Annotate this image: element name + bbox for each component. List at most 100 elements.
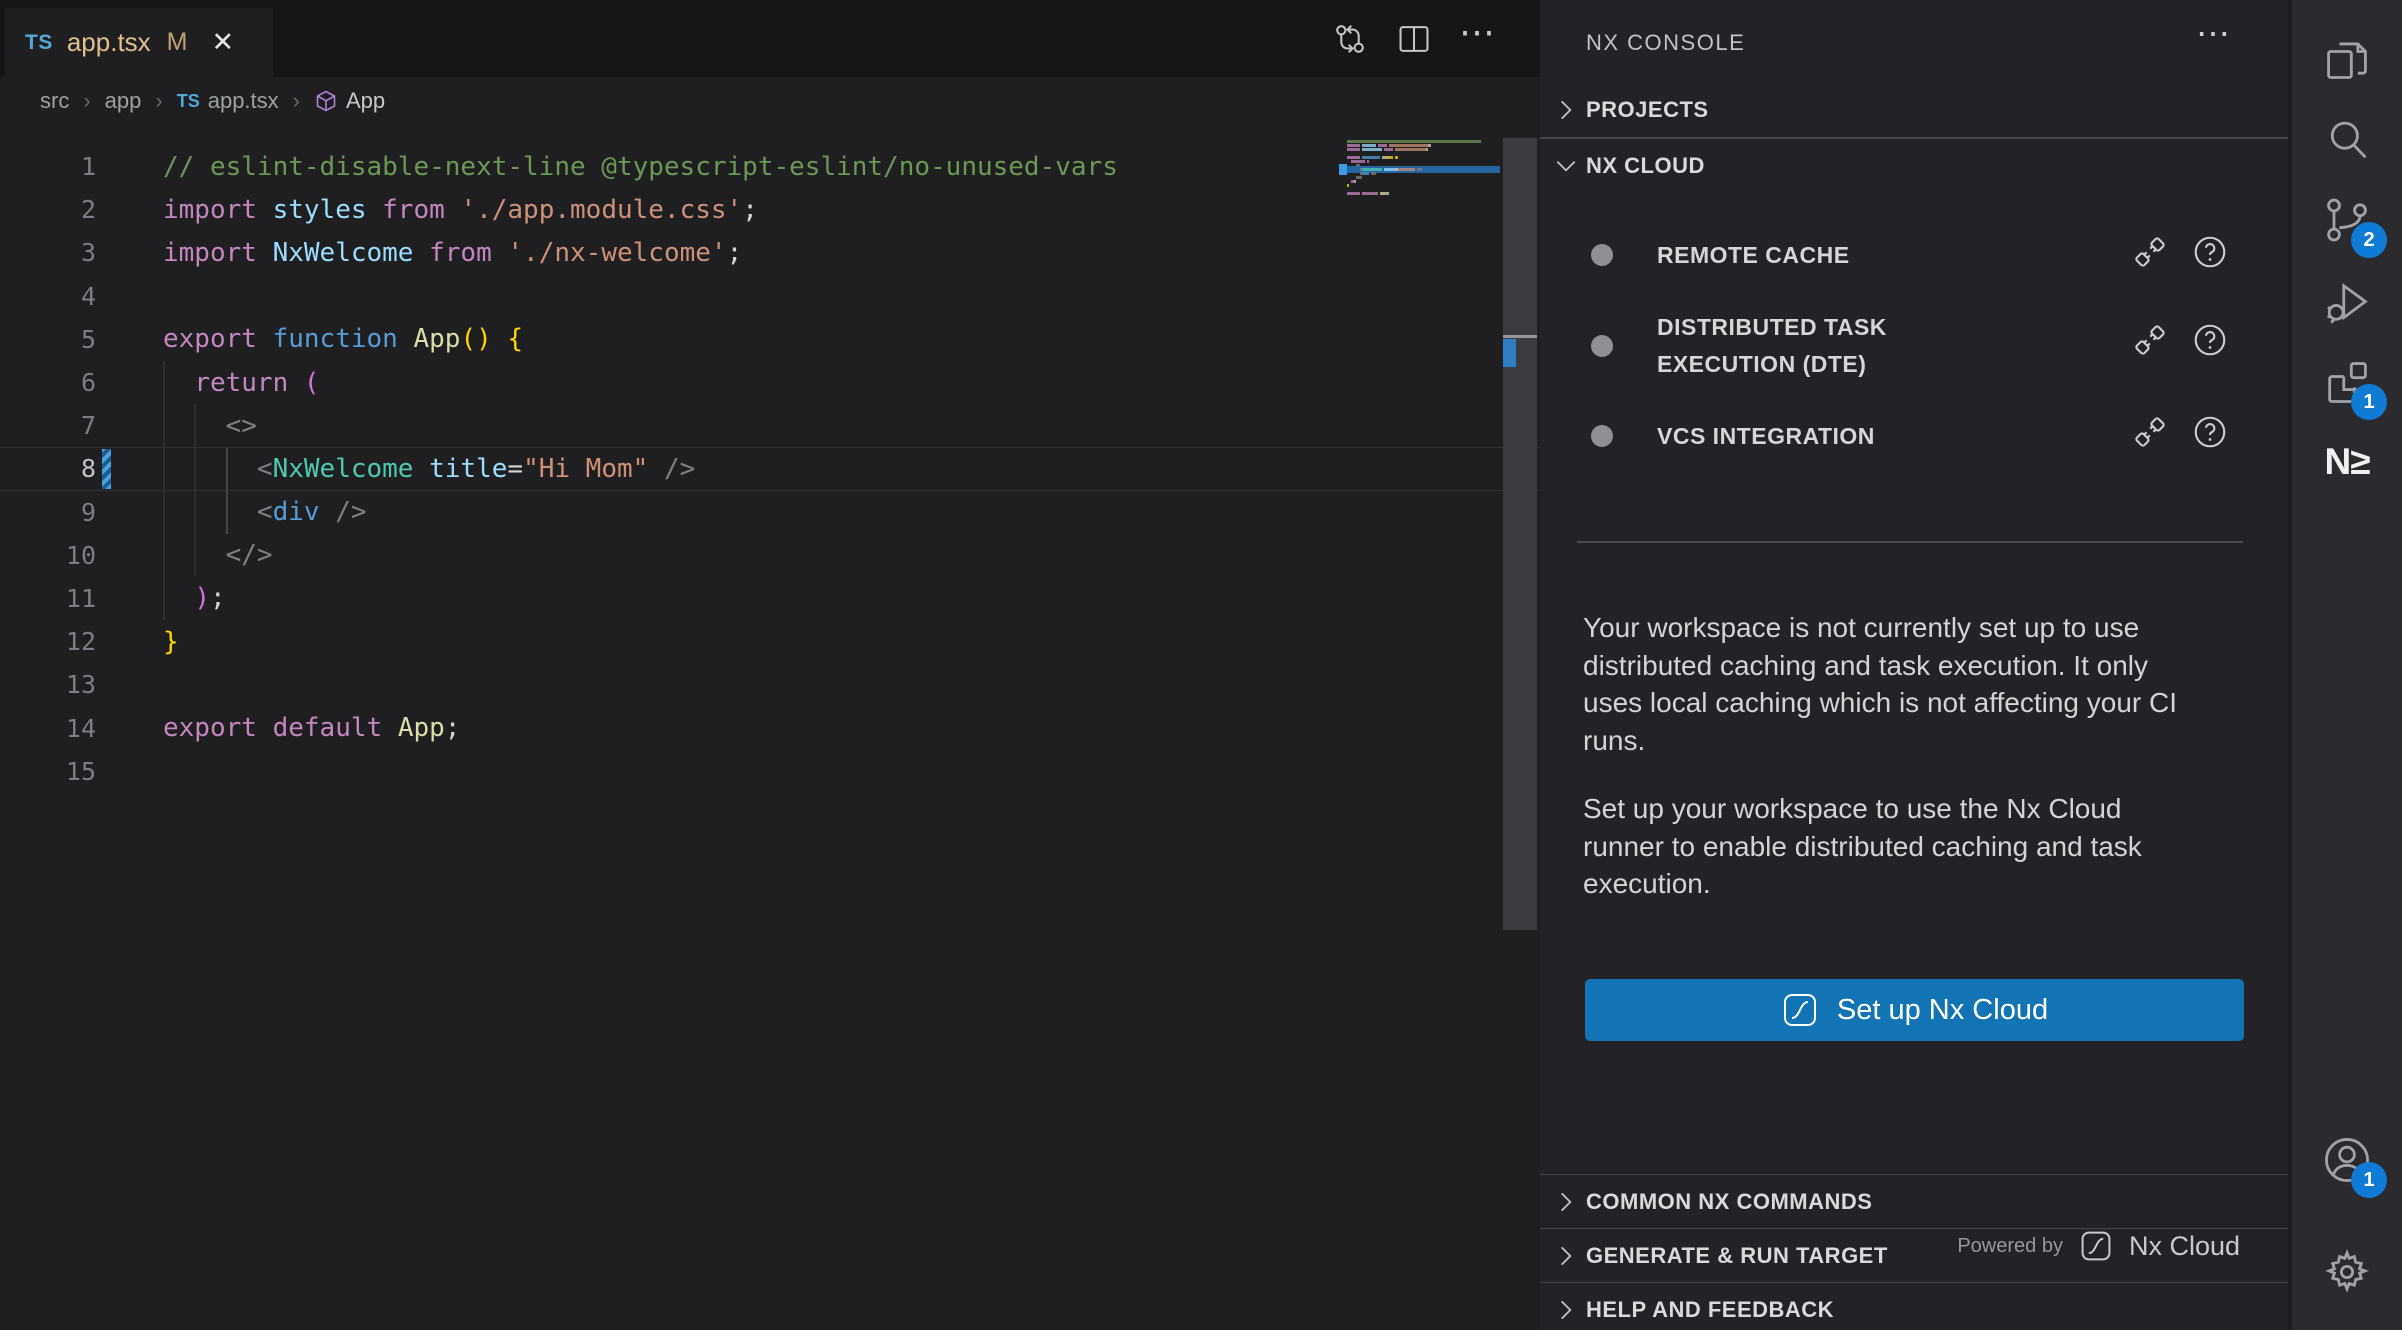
projects-section-header[interactable]: PROJECTS: [1540, 82, 2288, 138]
breadcrumb-file[interactable]: app.tsx: [208, 88, 279, 114]
activity-search-icon[interactable]: [2315, 108, 2379, 172]
code-lines: 1// eslint-disable-next-line @typescript…: [0, 145, 1540, 793]
panel-title: NX CONSOLE: [1586, 30, 1745, 56]
setup-nx-cloud-button[interactable]: Set up Nx Cloud: [1585, 979, 2244, 1041]
accordion-label: COMMON NX COMMANDS: [1586, 1189, 1872, 1215]
line-number: 8: [0, 454, 96, 483]
line-number: 11: [0, 584, 96, 613]
accordion-help-and-feedback[interactable]: HELP AND FEEDBACK: [1540, 1282, 2288, 1330]
code-line-14[interactable]: 14export default App;: [0, 706, 1540, 749]
minimap-line: [1347, 176, 1362, 179]
gutter-modified-indicator: [102, 449, 111, 489]
typescript-file-icon: TS: [177, 91, 200, 112]
help-question-icon[interactable]: [2192, 414, 2228, 450]
code-line-12[interactable]: 12}: [0, 620, 1540, 663]
breadcrumb-separator: ›: [83, 88, 90, 114]
split-editor-icon[interactable]: [1395, 20, 1433, 58]
nx-cloud-section-header[interactable]: NX CLOUD: [1540, 138, 2288, 194]
help-question-icon[interactable]: [2192, 322, 2228, 358]
code-line-8[interactable]: 8 <NxWelcome title="Hi Mom" />: [0, 447, 1540, 490]
activity-settings-icon[interactable]: [2315, 1240, 2379, 1304]
breadcrumb-src[interactable]: src: [40, 88, 69, 114]
activity-nx-icon[interactable]: N≥: [2315, 430, 2379, 494]
nx-console-panel: NX CONSOLE ⋯ PROJECTS NX CLOUD REMOTE CA…: [1540, 0, 2292, 1330]
minimap-line: [1347, 172, 1376, 175]
vscode-window: TS app.tsx M ✕ ⋯ src › app › TS app.tsx: [0, 0, 2402, 1330]
code-editor[interactable]: 1// eslint-disable-next-line @typescript…: [0, 125, 1540, 1330]
connect-plug-icon[interactable]: [2132, 234, 2168, 270]
code-text: import styles from './app.module.css';: [163, 195, 758, 225]
activity-extensions-icon[interactable]: 1: [2315, 350, 2379, 414]
line-number: 14: [0, 714, 96, 743]
status-bullet: [1591, 244, 1613, 266]
breadcrumb-app[interactable]: app: [105, 88, 142, 114]
activity-account-icon[interactable]: 1: [2315, 1128, 2379, 1192]
code-line-11[interactable]: 11 );: [0, 577, 1540, 620]
line-number: 3: [0, 238, 96, 267]
code-line-13[interactable]: 13: [0, 663, 1540, 706]
connect-plug-icon[interactable]: [2132, 322, 2168, 358]
breadcrumb: src › app › TS app.tsx › App: [0, 77, 1540, 125]
setup-instruction-text: Set up your workspace to use the Nx Clou…: [1583, 790, 2205, 903]
code-line-5[interactable]: 5export function App() {: [0, 318, 1540, 361]
code-line-10[interactable]: 10 </>: [0, 534, 1540, 577]
line-number: 12: [0, 627, 96, 656]
line-number: 10: [0, 541, 96, 570]
open-changes-icon[interactable]: [1331, 20, 1369, 58]
badge-count: 1: [2351, 384, 2387, 420]
modified-indicator: M: [167, 28, 188, 57]
code-line-7[interactable]: 7 <>: [0, 404, 1540, 447]
panel-more-actions-icon[interactable]: ⋯: [2196, 14, 2233, 54]
code-text: <>: [163, 411, 257, 441]
tab-bar: TS app.tsx M ✕ ⋯: [0, 0, 1540, 77]
tab-app-tsx[interactable]: TS app.tsx M ✕: [5, 8, 273, 77]
badge-count: 1: [2351, 1162, 2387, 1198]
code-line-3[interactable]: 3 import NxWelcome from './nx-welcome';: [0, 231, 1540, 274]
feature-remote-cache: REMOTE CACHE: [1657, 237, 1850, 274]
minimap-modified-tick: [1339, 164, 1347, 175]
breadcrumb-symbol[interactable]: App: [346, 88, 385, 114]
line-number: 6: [0, 368, 96, 397]
code-text: }: [163, 627, 179, 657]
code-line-2[interactable]: 2import styles from './app.module.css';: [0, 188, 1540, 231]
accordion-generate-run-target[interactable]: GENERATE & RUN TARGET: [1540, 1228, 2288, 1282]
line-number: 9: [0, 498, 96, 527]
code-line-15[interactable]: 15: [0, 750, 1540, 793]
minimap[interactable]: [1347, 138, 1500, 798]
minimap-line: [1347, 184, 1349, 187]
workspace-status-text: Your workspace is not currently set up t…: [1583, 609, 2205, 759]
activity-source-control-icon[interactable]: 2: [2315, 188, 2379, 252]
connect-plug-icon[interactable]: [2132, 414, 2168, 450]
code-line-1[interactable]: 1// eslint-disable-next-line @typescript…: [0, 145, 1540, 188]
editor-group: TS app.tsx M ✕ ⋯ src › app › TS app.tsx: [0, 0, 1540, 1330]
accordion-common-nx-commands[interactable]: COMMON NX COMMANDS: [1540, 1174, 2288, 1228]
code-text: <div />: [163, 497, 367, 527]
chevron-down-icon: [1553, 153, 1579, 179]
minimap-line: [1347, 180, 1356, 183]
help-question-icon[interactable]: [2192, 234, 2228, 270]
activity-explorer-icon[interactable]: [2315, 26, 2379, 90]
activity-debug-icon[interactable]: [2315, 270, 2379, 334]
editor-more-actions-icon[interactable]: ⋯: [1459, 32, 1498, 46]
code-text: return (: [163, 368, 320, 398]
code-line-6[interactable]: 6 return (: [0, 361, 1540, 404]
breadcrumb-separator: ›: [293, 88, 300, 114]
editor-scrollbar[interactable]: [1503, 138, 1537, 930]
line-number: 7: [0, 411, 96, 440]
feature-dte: DISTRIBUTED TASK EXECUTION (DTE): [1657, 309, 1987, 383]
accordion-sections: COMMON NX COMMANDS GENERATE & RUN TARGET H…: [1540, 1174, 2288, 1330]
chevron-right-icon: [1553, 1297, 1579, 1323]
code-text: import NxWelcome from './nx-welcome';: [163, 238, 742, 268]
code-text: // eslint-disable-next-line @typescript-…: [163, 152, 1118, 182]
minimap-line: [1347, 148, 1428, 151]
badge-count: 2: [2351, 222, 2387, 258]
status-bullet: [1591, 335, 1613, 357]
close-tab-icon[interactable]: ✕: [212, 29, 235, 56]
code-line-4[interactable]: 4: [0, 275, 1540, 318]
divider: [1577, 541, 2243, 543]
minimap-line: [1347, 192, 1389, 195]
accordion-label: HELP AND FEEDBACK: [1586, 1297, 1834, 1323]
symbol-class-icon: [314, 89, 338, 113]
overview-ruler-cursor-mark: [1503, 335, 1537, 338]
code-line-9[interactable]: 9 <div />: [0, 491, 1540, 534]
